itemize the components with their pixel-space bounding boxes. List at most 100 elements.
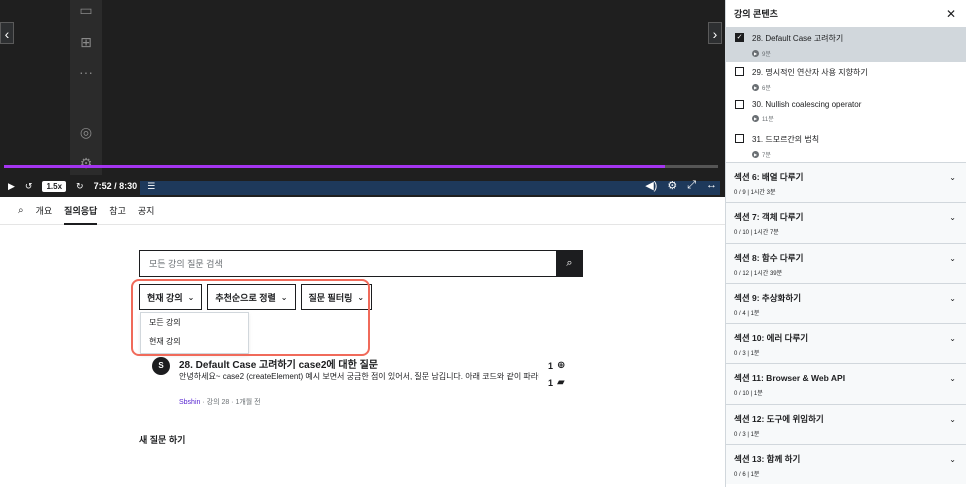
lecture-duration: ▶ 6분 <box>752 83 966 92</box>
question-meta-info: · 강의 28 · 1개월 전 <box>200 399 261 406</box>
section-accordion[interactable]: 섹션 8: 함수 다루기 0 / 12 | 1시간 39분 ⌄ <box>726 242 966 283</box>
chevron-down-icon: ⌄ <box>949 374 956 384</box>
playback-speed-button[interactable]: 1.5x <box>42 180 67 192</box>
section-meta: 0 / 10 | 1분 <box>734 391 763 398</box>
expand-icon[interactable]: ↔ <box>706 179 717 192</box>
search-icon[interactable]: ⌕ <box>18 205 24 216</box>
volume-icon[interactable]: ◀) <box>645 179 657 192</box>
section-accordion[interactable]: 섹션 11: Browser & Web API 0 / 10 | 1분 ⌄ <box>726 363 966 404</box>
video-time: 7:52 / 8:30 <box>93 181 138 191</box>
tab-qna[interactable]: 질의응답 <box>64 197 98 225</box>
section-meta: 0 / 10 | 1시간 7분 <box>734 230 779 237</box>
video-controls: ▶ ↺ 1.5x ↻ 7:52 / 8:30 ☰ ◀) ⚙ ⤢ ↔ <box>0 175 725 197</box>
lecture-checkbox[interactable]: ✓ <box>735 33 744 42</box>
forward-icon[interactable]: ↻ <box>76 179 84 193</box>
lecture-duration-text: 9분 <box>762 52 771 58</box>
section-accordion[interactable]: 섹션 6: 배열 다루기 0 / 9 | 1시간 3분 ⌄ <box>726 162 966 203</box>
section-title: 섹션 6: 배열 다루기 <box>734 172 804 182</box>
search-button[interactable]: ⌕ <box>556 250 583 277</box>
question-stats: 1 ⊕ 1 ▰ <box>548 357 565 391</box>
play-circle-icon: ▶ <box>752 83 759 91</box>
video-progress-fill <box>4 165 666 168</box>
sidebar-title: 강의 콘텐츠 <box>734 9 778 19</box>
reply-count-value: 1 <box>548 377 554 388</box>
section-accordion[interactable]: 섹션 13: 함께 하기 0 / 6 | 1분 ⌄ <box>726 444 966 485</box>
tab-resources[interactable]: 참고 <box>109 197 126 225</box>
lecture-duration-text: 11분 <box>762 117 774 123</box>
chevron-down-icon: ⌄ <box>949 213 956 223</box>
question-title[interactable]: 28. Default Case 고려하기 case2에 대한 질문 <box>179 356 378 371</box>
lecture-checkbox[interactable] <box>735 133 744 143</box>
section-accordion[interactable]: 섹션 10: 에러 다루기 0 / 3 | 1분 ⌄ <box>726 323 966 364</box>
lecture-item[interactable]: 30. Nullish coalescing operator ▶ 11분 <box>726 95 966 129</box>
chevron-down-icon: ⌄ <box>949 455 956 465</box>
upvote-count[interactable]: 1 ⊕ <box>548 357 565 374</box>
section-title: 섹션 8: 함수 다루기 <box>734 252 804 263</box>
udemy-course-player: ▭ ⊞ ··· ◎ ⚙ ‹ › ▶ ↺ 1.5x ↻ 7:52 / 8:30 ☰… <box>0 0 966 487</box>
lecture-checkbox[interactable] <box>735 100 744 109</box>
more-icon: ··· <box>79 64 93 80</box>
reply-count[interactable]: 1 ▰ <box>548 374 565 391</box>
section-title: 섹션 11: Browser & Web API <box>734 373 846 384</box>
section-accordion[interactable]: 섹션 12: 도구에 위임하기 0 / 3 | 1분 ⌄ <box>726 403 966 445</box>
lecture-item[interactable]: ✓ 28. Default Case 고려하기 ▶ 9분 <box>726 28 966 62</box>
section-meta: 0 / 6 | 1분 <box>734 472 760 479</box>
close-icon[interactable]: ✕ <box>946 7 956 21</box>
section-accordion[interactable]: 섹션 9: 추상화하기 0 / 4 | 1분 ⌄ <box>726 282 966 324</box>
chevron-down-icon: ⌄ <box>949 334 956 344</box>
chevron-down-icon: ⌄ <box>949 293 956 303</box>
remote-explorer-icon: ▭ <box>79 2 93 18</box>
account-icon: ◎ <box>79 124 93 140</box>
section-meta: 0 / 3 | 1분 <box>734 431 760 438</box>
notes-icon[interactable]: ☰ <box>147 179 155 193</box>
section-title: 섹션 9: 추상화하기 <box>734 292 802 303</box>
section-accordion[interactable]: 섹션 7: 객체 다루기 0 / 10 | 1시간 7분 ⌄ <box>726 202 966 243</box>
search-icon: ⌕ <box>566 257 573 269</box>
lecture-title: 28. Default Case 고려하기 <box>752 34 844 43</box>
lecture-item[interactable]: 31. 드모르간의 법칙 ▶ 7분 <box>726 129 966 163</box>
extensions-icon: ⊞ <box>80 34 92 50</box>
section-title: 섹션 13: 함께 하기 <box>734 454 801 465</box>
fullscreen-icon[interactable]: ⤢ <box>687 179 696 192</box>
lecture-item[interactable]: 29. 명시적인 연산자 사용 지향하기 ▶ 6분 <box>726 62 966 96</box>
question-author[interactable]: Sbshin <box>179 399 200 406</box>
play-circle-icon: ▶ <box>752 150 759 158</box>
lecture-title: 29. 명시적인 연산자 사용 지향하기 <box>752 67 868 77</box>
upvote-icon: ⊕ <box>557 360 566 371</box>
rewind-icon[interactable]: ↺ <box>25 179 33 193</box>
next-lecture-button[interactable]: › <box>708 22 722 44</box>
qna-search-bar: ⌕ <box>139 250 583 277</box>
section-meta: 0 / 9 | 1시간 3분 <box>734 190 776 196</box>
play-circle-icon: ▶ <box>752 50 759 57</box>
lecture-title: 31. 드모르간의 법칙 <box>752 134 820 144</box>
video-progress-bar[interactable] <box>4 165 718 168</box>
lecture-duration-text: 7분 <box>762 152 771 159</box>
new-question-button[interactable]: 새 질문 하기 <box>139 433 185 446</box>
lecture-duration: ▶ 7분 <box>752 150 966 159</box>
tab-overview[interactable]: 개요 <box>36 197 53 225</box>
section-meta: 0 / 3 | 1분 <box>734 351 760 358</box>
annotation-highlight-box <box>131 279 370 356</box>
previous-lecture-button[interactable]: ‹ <box>0 22 14 44</box>
play-icon[interactable]: ▶ <box>8 179 15 193</box>
comment-icon: ▰ <box>557 377 565 388</box>
vscode-activity-bar: ▭ ⊞ ··· ◎ ⚙ <box>70 0 102 175</box>
lecture-tabs: ⌕ 개요 질의응답 참고 공지 <box>0 197 725 225</box>
video-player[interactable]: ▭ ⊞ ··· ◎ ⚙ ‹ › ▶ ↺ 1.5x ↻ 7:52 / 8:30 ☰… <box>0 0 725 197</box>
question-body: 안녕하세요~ case2 (createElement) 예시 보면서 궁금한 … <box>179 372 539 381</box>
question-item[interactable]: S 28. Default Case 고려하기 case2에 대한 질문 안녕하… <box>152 354 572 414</box>
settings-icon[interactable]: ⚙ <box>667 179 677 192</box>
section-meta: 0 / 4 | 1분 <box>734 310 760 317</box>
play-circle-icon: ▶ <box>752 115 759 122</box>
sidebar-header: 강의 콘텐츠 ✕ <box>726 0 966 28</box>
question-meta: Sbshin · 강의 28 · 1개월 전 <box>179 397 261 407</box>
lecture-checkbox[interactable] <box>735 66 744 76</box>
tab-announcements[interactable]: 공지 <box>138 197 155 225</box>
course-content-sidebar: 강의 콘텐츠 ✕ ✓ 28. Default Case 고려하기 ▶ 9분 29.… <box>725 0 966 487</box>
avatar: S <box>152 357 170 375</box>
chevron-down-icon: ⌄ <box>949 173 956 182</box>
lecture-duration: ▶ 11분 <box>752 114 966 123</box>
settings-gear-icon: ⚙ <box>79 155 93 171</box>
qna-search-input[interactable] <box>139 250 556 277</box>
lecture-duration-text: 6분 <box>762 85 771 92</box>
